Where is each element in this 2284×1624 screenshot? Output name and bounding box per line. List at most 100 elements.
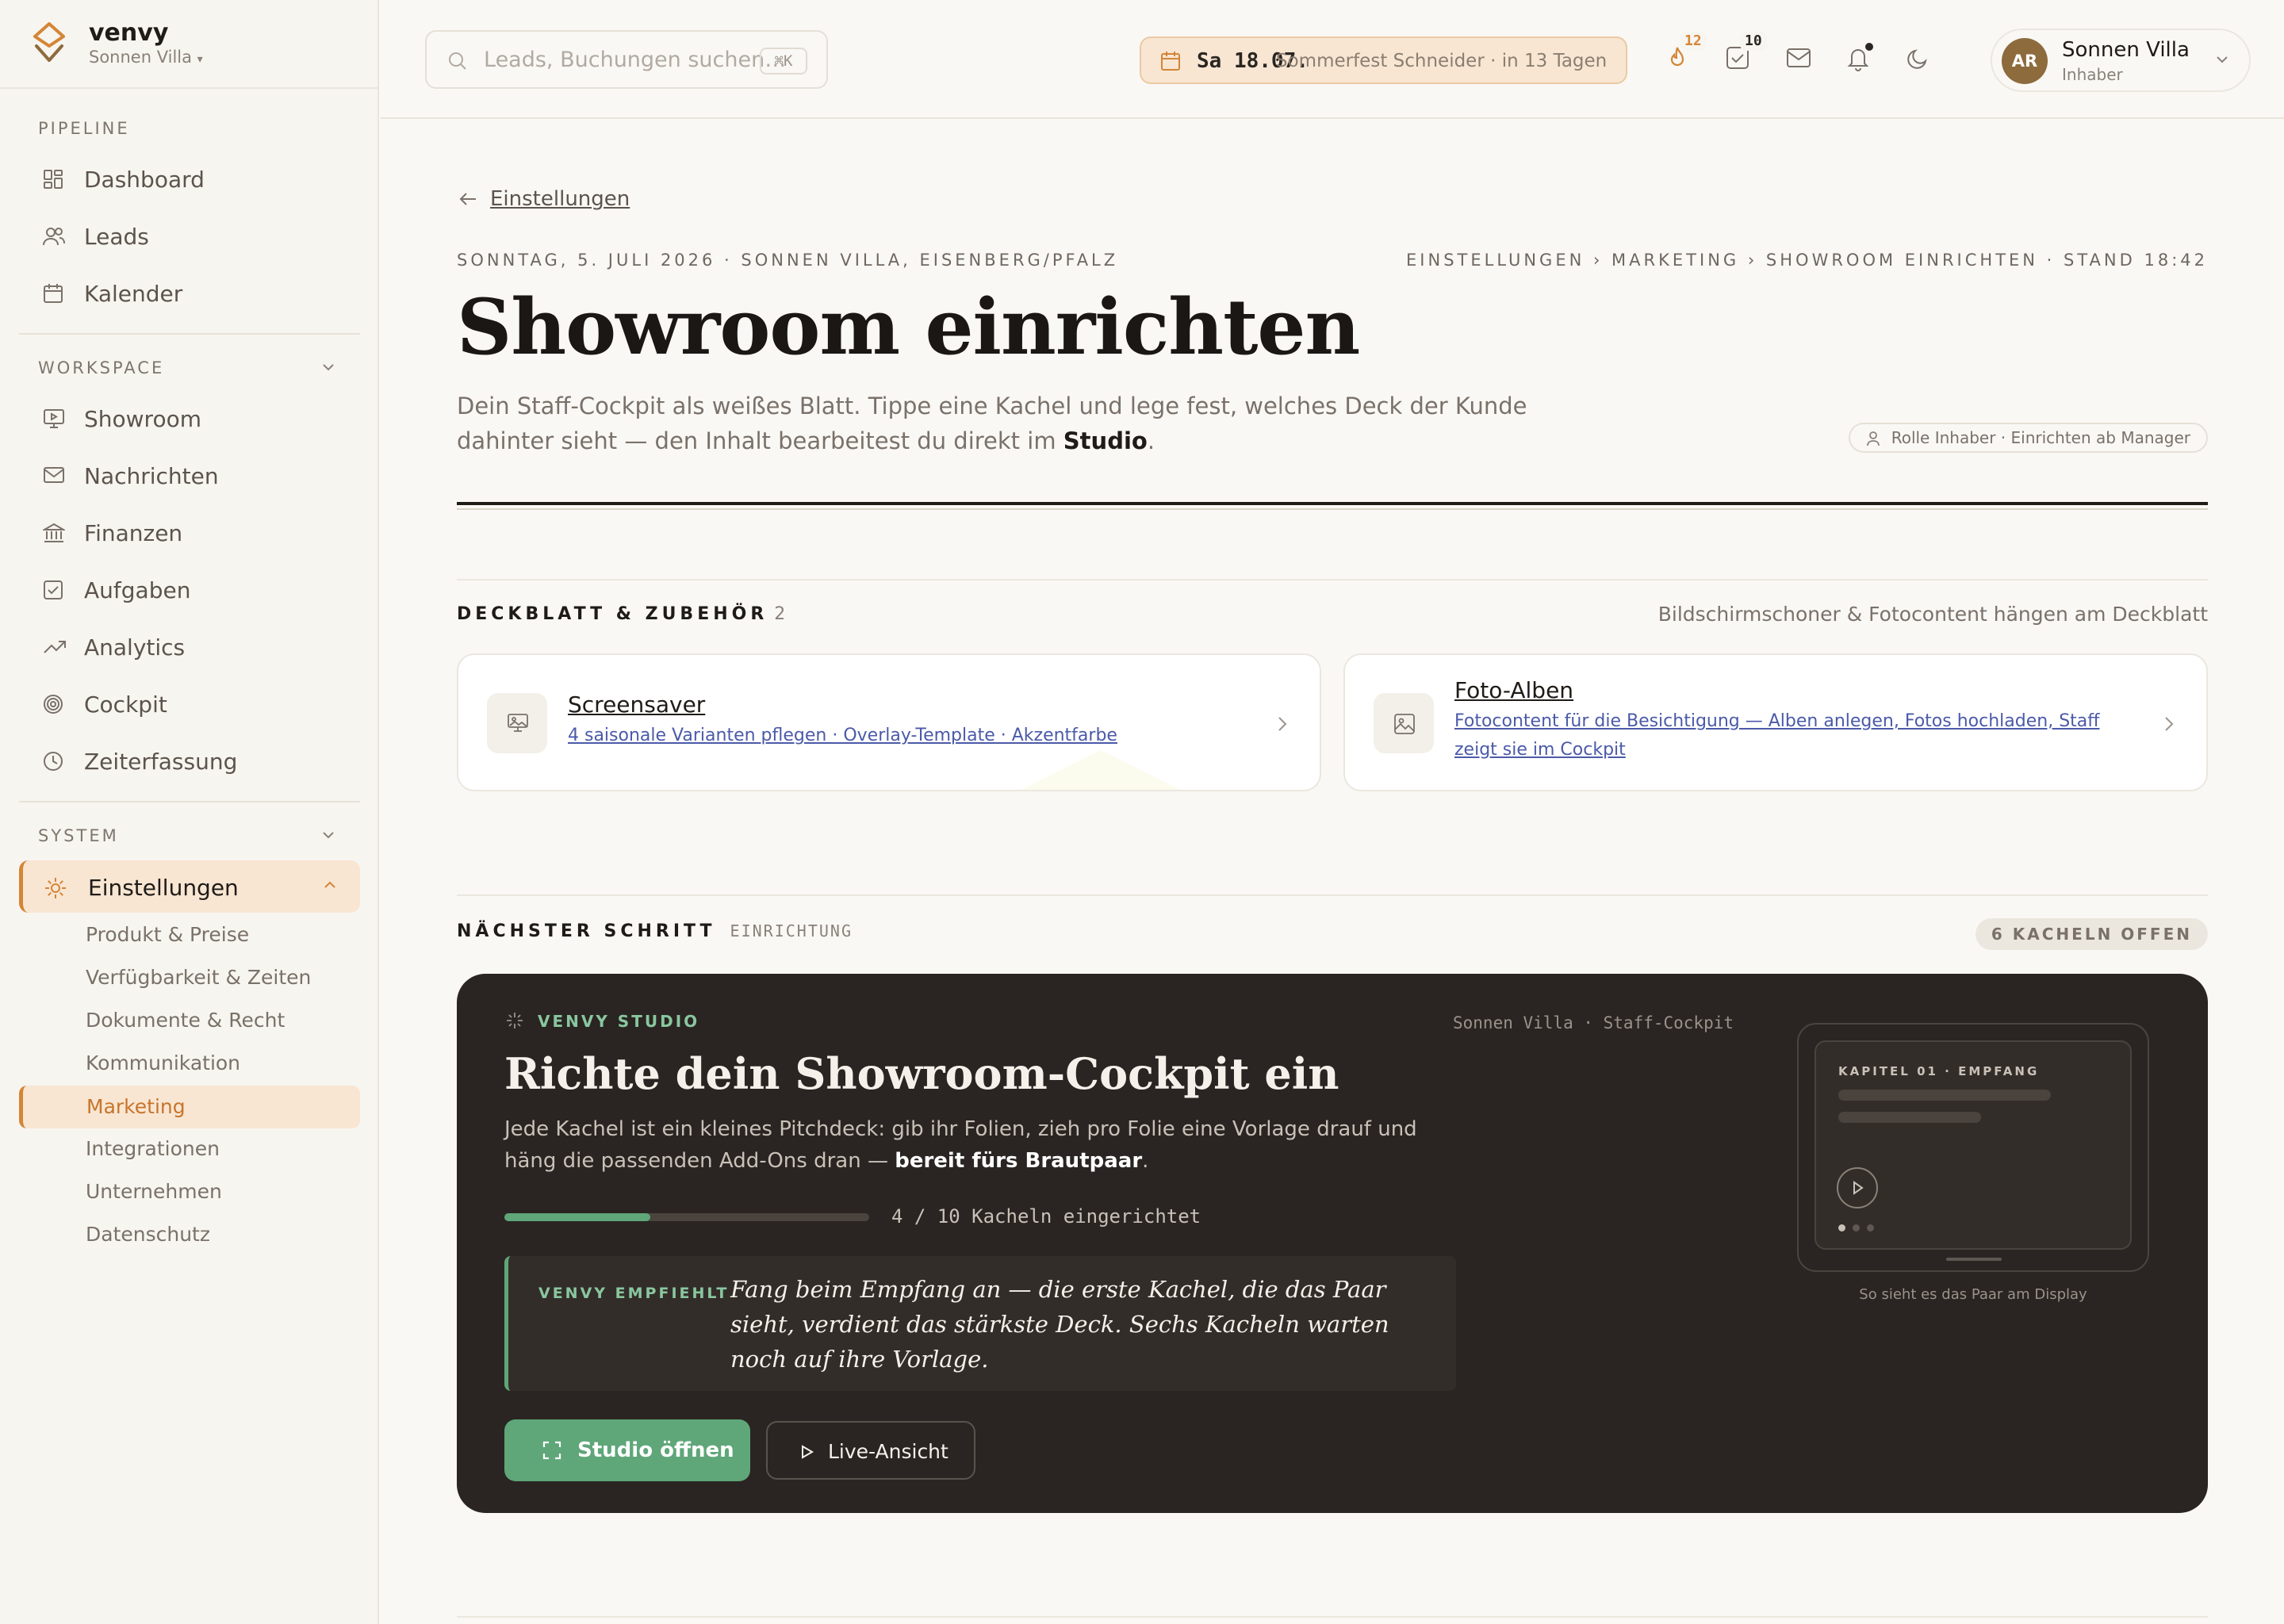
- mail-icon[interactable]: [1786, 48, 1811, 68]
- sidebar-item-label: Analytics: [84, 634, 186, 661]
- sidebar-item-label: Aufgaben: [84, 577, 191, 603]
- venvy-logo-icon: [33, 22, 65, 62]
- card-subtitle: Fotocontent für die Besichtigung — Alben…: [1454, 711, 2100, 760]
- settings-sun-icon: [45, 878, 66, 898]
- preview-play-button[interactable]: [1837, 1167, 1878, 1208]
- sidebar-item-label: Zeiterfassung: [84, 749, 238, 775]
- chevron-down-icon: [2217, 56, 2228, 63]
- sidebar-item-nachrichten[interactable]: Nachrichten: [19, 449, 360, 501]
- expand-icon: [542, 1441, 561, 1460]
- next-event-pill[interactable]: Sa 18.07. Sommerfest Schneider · in 13 T…: [1140, 36, 1627, 84]
- preview-placeholder-line: [1838, 1112, 1981, 1123]
- venue-switcher[interactable]: Sonnen Villa ▾: [89, 48, 203, 67]
- user-menu[interactable]: AR Sonnen Villa Inhaber: [1991, 29, 2251, 92]
- brand-header[interactable]: venvy Sonnen Villa ▾: [0, 0, 379, 89]
- settings-sub-marketing[interactable]: Marketing: [19, 1086, 360, 1128]
- settings-sub-dokumente[interactable]: Dokumente & Recht: [86, 1009, 285, 1032]
- settings-sub-datenschutz[interactable]: Datenschutz: [86, 1223, 210, 1246]
- slide-dot: [1853, 1224, 1860, 1231]
- preview-caption: So sieht es das Paar am Display: [1859, 1286, 2087, 1303]
- sidebar-item-kalender[interactable]: Kalender: [19, 266, 360, 319]
- settings-sub-integrationen[interactable]: Integrationen: [86, 1137, 220, 1160]
- user-role: Inhaber: [2062, 65, 2123, 84]
- card-subtitle: 4 saisonale Varianten pflegen · Overlay-…: [568, 726, 1117, 745]
- image-icon: [1394, 714, 1415, 734]
- section-deckblatt-title: DECKBLATT & ZUBEHÖR 2: [457, 604, 786, 624]
- sidebar-item-cockpit[interactable]: Cockpit: [19, 677, 360, 730]
- search-input[interactable]: Leads, Buchungen suchen… ⌘K: [425, 30, 828, 89]
- sidebar-item-aufgaben[interactable]: Aufgaben: [19, 563, 360, 615]
- topbar: Leads, Buchungen suchen… ⌘K Sa 18.07. So…: [381, 0, 2284, 119]
- sidebar-item-label: Dashboard: [84, 167, 205, 193]
- settings-sub-produkt[interactable]: Produkt & Preise: [86, 923, 249, 946]
- recommendation-label: VENVY EMPFIEHLT: [538, 1285, 730, 1302]
- user-icon: [1866, 431, 1880, 446]
- open-tiles-badge: 6 KACHELN OFFEN: [1975, 918, 2208, 950]
- system-collapse-icon[interactable]: [320, 829, 336, 841]
- card-screensaver[interactable]: Screensaver 4 saisonale Varianten pflege…: [457, 653, 1321, 791]
- search-shortcut: ⌘K: [760, 48, 807, 75]
- sidebar-item-showroom[interactable]: Showroom: [19, 392, 360, 444]
- workspace-collapse-icon[interactable]: [320, 362, 336, 373]
- card-title: Screensaver: [568, 691, 706, 718]
- live-view-button[interactable]: Live-Ansicht: [766, 1421, 975, 1480]
- settings-sub-verfuegbarkeit[interactable]: Verfügbarkeit & Zeiten: [86, 966, 311, 989]
- role-badge: Rolle Inhaber · Einrichten ab Manager: [1848, 423, 2208, 453]
- sidebar-item-label: Cockpit: [84, 691, 167, 718]
- mail-icon: [44, 467, 64, 483]
- sidebar-item-label: Finanzen: [84, 520, 183, 546]
- studio-panel: VENVY STUDIO Sonnen Villa · Staff-Cockpi…: [457, 974, 2208, 1513]
- sidebar-item-label: Einstellungen: [88, 875, 239, 901]
- screensaver-icon-box: [487, 693, 547, 753]
- section-next-step-title: NÄCHSTER SCHRITT EINRICHTUNG: [457, 921, 853, 941]
- sidebar-item-label: Kalender: [84, 281, 183, 307]
- clock-icon: [44, 752, 63, 771]
- moon-icon[interactable]: [1907, 48, 1929, 70]
- users-icon: [43, 228, 65, 246]
- sidebar-item-label: Nachrichten: [84, 463, 219, 489]
- settings-sub-kommunikation[interactable]: Kommunikation: [86, 1051, 240, 1074]
- card-foto-alben[interactable]: Foto-Alben Fotocontent für die Besichtig…: [1343, 653, 2208, 791]
- arrow-left-icon: [459, 193, 476, 205]
- preview-placeholder-line: [1838, 1090, 2051, 1101]
- page-meta-date: SONNTAG, 5. JULI 2026 · SONNEN VILLA, EI…: [457, 251, 1119, 270]
- sparkle-icon: [507, 1013, 523, 1028]
- notification-dot: [1865, 43, 1873, 51]
- tasks-badge: 10: [1740, 32, 1767, 51]
- calendar-icon: [1161, 52, 1180, 71]
- event-label: Sommerfest Schneider · in 13 Tagen: [1276, 51, 1608, 71]
- dashboard-icon: [44, 170, 63, 189]
- sidebar: venvy Sonnen Villa ▾ PIPELINE Dashboard …: [0, 0, 379, 1624]
- page-title: Showroom einrichten: [457, 282, 1360, 372]
- avatar: AR: [2002, 38, 2048, 84]
- section-divider: [457, 1616, 2208, 1618]
- sidebar-item-analytics[interactable]: Analytics: [19, 620, 360, 672]
- chevron-right-icon: [1278, 717, 1287, 731]
- sidebar-item-label: Showroom: [84, 406, 201, 432]
- sidebar-item-finanzen[interactable]: Finanzen: [19, 506, 360, 558]
- setup-progress-label: 4 / 10 Kacheln eingerichtet: [891, 1205, 1201, 1228]
- sidebar-item-zeiterfassung[interactable]: Zeiterfassung: [19, 734, 360, 787]
- display-preview-screen[interactable]: KAPITEL 01 · EMPFANG: [1815, 1040, 2132, 1250]
- sidebar-item-leads[interactable]: Leads: [19, 209, 360, 262]
- studio-context: Sonnen Villa · Staff-Cockpit: [1453, 1013, 1734, 1032]
- back-link[interactable]: Einstellungen: [458, 187, 630, 211]
- sidebar-item-dashboard[interactable]: Dashboard: [19, 152, 360, 205]
- open-studio-button[interactable]: Studio öffnen: [504, 1419, 750, 1481]
- settings-sub-unternehmen[interactable]: Unternehmen: [86, 1180, 222, 1203]
- sidebar-item-einstellungen[interactable]: Einstellungen: [19, 860, 360, 913]
- bank-icon: [43, 523, 65, 542]
- monitor-image-icon: [508, 714, 528, 732]
- sidebar-divider: [19, 801, 360, 802]
- page-intro: Dein Staff-Cockpit als weißes Blatt. Tip…: [457, 393, 1527, 454]
- title-rule: [457, 502, 2208, 505]
- foto-icon-box: [1374, 693, 1434, 753]
- brand-name: venvy: [89, 19, 169, 47]
- section-deckblatt-hint: Bildschirmschoner & Fotocontent hängen a…: [1657, 603, 2208, 626]
- sidebar-divider: [19, 333, 360, 335]
- search-placeholder: Leads, Buchungen suchen…: [484, 48, 787, 72]
- chevron-right-icon: [2165, 717, 2174, 731]
- section-divider: [457, 894, 2208, 896]
- slide-dot: [1867, 1224, 1874, 1231]
- leads-badge: 12: [1680, 32, 1707, 51]
